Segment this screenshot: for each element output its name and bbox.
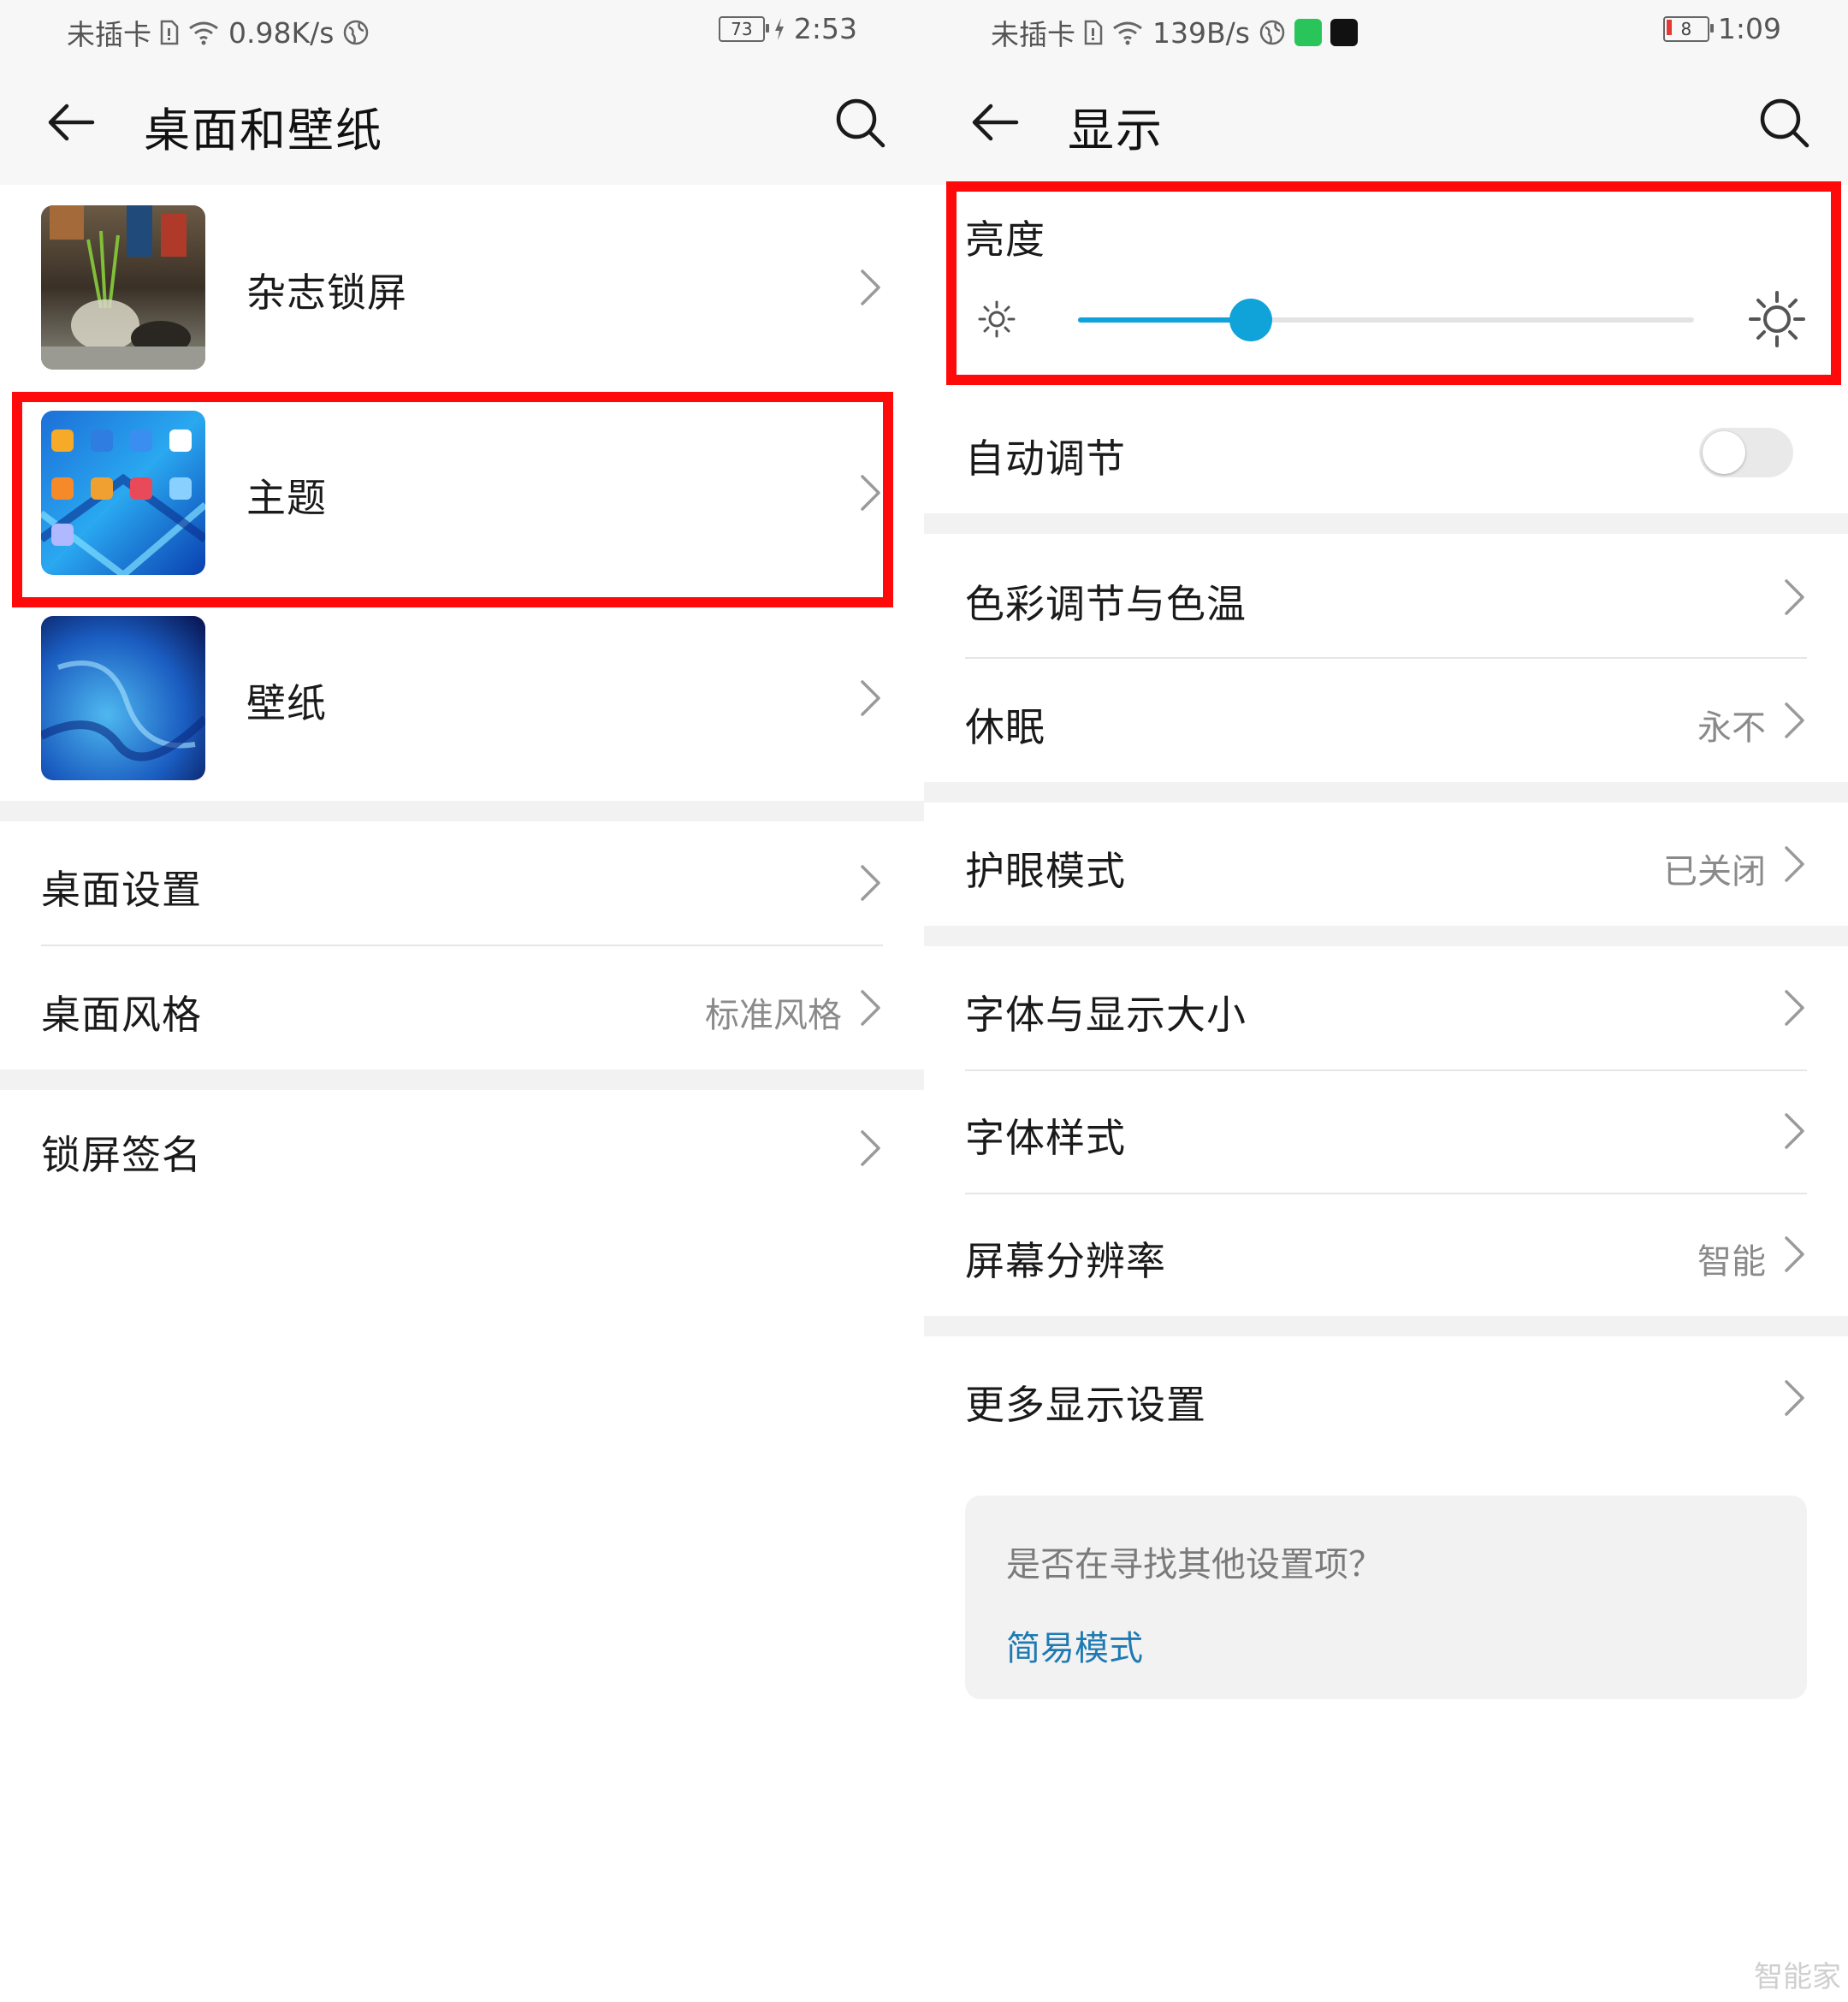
section-gap [0, 1069, 924, 1090]
font-size-item[interactable]: 字体与显示大小 [924, 946, 1848, 1069]
section-gap [924, 513, 1848, 534]
status-bar: 未插卡 0.98K/s 73 2:53 [0, 0, 924, 62]
toggle-knob [1703, 431, 1745, 474]
more-display-settings-item[interactable]: 更多显示设置 [924, 1336, 1848, 1460]
row-label: 字体样式 [965, 1115, 1126, 1161]
magazine-lockscreen-item[interactable]: 杂志锁屏 [0, 185, 924, 390]
wifi-icon [1111, 20, 1144, 45]
globe-icon [1259, 19, 1286, 46]
highlight-box [12, 392, 893, 607]
row-label: 色彩调节与色温 [965, 581, 1247, 627]
simple-mode-link[interactable]: 简易模式 [1006, 1620, 1143, 1670]
chevron-right-icon [1785, 1236, 1804, 1272]
section-gap [924, 1316, 1848, 1336]
right-screen: 未插卡 139B/s 8 1:09 显示 亮度 自动调节 色彩调节与色温 休眠 … [924, 0, 1848, 2002]
battery-level: 73 [731, 18, 753, 39]
chevron-right-icon [861, 990, 880, 1026]
status-bar: 未插卡 139B/s 8 1:09 [924, 0, 1848, 62]
auto-adjust-toggle[interactable] [1699, 428, 1793, 477]
desktop-settings-item[interactable]: 桌面设置 [0, 821, 924, 945]
chevron-right-icon [861, 865, 880, 901]
section-gap [0, 801, 924, 821]
battery-icon: 73 [718, 15, 769, 42]
screen-resolution-item[interactable]: 屏幕分辨率 智能 [924, 1194, 1848, 1316]
section-gap [924, 926, 1848, 946]
sim-icon [160, 20, 179, 45]
carrier-label: 未插卡 [67, 18, 151, 51]
search-icon[interactable] [832, 94, 888, 151]
chevron-right-icon [1785, 846, 1804, 882]
highlight-box [946, 181, 1841, 385]
row-value: 已关闭 [1663, 852, 1766, 891]
row-label: 护眼模式 [965, 848, 1126, 894]
row-label: 桌面设置 [41, 867, 202, 913]
chevron-right-icon [861, 270, 880, 305]
wifi-icon [187, 20, 220, 45]
lockscreen-signature-item[interactable]: 锁屏签名 [0, 1090, 924, 1213]
row-value: 标准风格 [705, 996, 842, 1035]
row-value: 智能 [1697, 1242, 1766, 1282]
magazine-lockscreen-thumbnail [41, 205, 205, 370]
clock: 1:09 [1717, 12, 1781, 45]
carrier-label: 未插卡 [991, 18, 1075, 51]
app-bar: 桌面和壁纸 [0, 62, 924, 185]
row-label: 屏幕分辨率 [965, 1238, 1166, 1284]
sleep-item[interactable]: 休眠 永不 [924, 659, 1848, 782]
color-temperature-item[interactable]: 色彩调节与色温 [924, 534, 1848, 657]
page-title: 桌面和壁纸 [144, 104, 383, 157]
desktop-style-item[interactable]: 桌面风格 标准风格 [0, 946, 924, 1069]
row-value: 永不 [1697, 708, 1766, 748]
row-label: 壁纸 [246, 680, 327, 726]
other-settings-question: 是否在寻找其他设置项？ [1006, 1545, 1383, 1584]
row-label: 杂志锁屏 [246, 270, 407, 316]
back-arrow-icon[interactable] [43, 94, 99, 151]
other-settings-card: 是否在寻找其他设置项？ 简易模式 [965, 1496, 1807, 1699]
font-style-item[interactable]: 字体样式 [924, 1071, 1848, 1193]
sim-icon [1084, 20, 1103, 45]
globe-icon [342, 19, 370, 46]
watermark: 智能家 [1754, 1960, 1841, 1994]
chevron-right-icon [1785, 990, 1804, 1026]
network-speed: 0.98K/s [228, 15, 335, 50]
back-arrow-icon[interactable] [967, 94, 1023, 151]
row-label: 锁屏签名 [41, 1132, 202, 1178]
chevron-right-icon [1785, 579, 1804, 615]
clock: 2:53 [793, 12, 857, 45]
wallpaper-item[interactable]: 壁纸 [0, 595, 924, 801]
auto-adjust-item: 自动调节 [924, 390, 1848, 513]
row-label: 字体与显示大小 [965, 992, 1247, 1038]
iqiyi-app-icon [1294, 19, 1322, 46]
page-title: 显示 [1068, 104, 1164, 157]
left-screen: 未插卡 0.98K/s 73 2:53 桌面和壁纸 杂志锁屏 主题 壁纸 桌面设… [0, 0, 924, 2002]
tiktok-app-icon [1330, 19, 1358, 46]
battery-icon: 8 [1662, 15, 1714, 42]
battery-level: 8 [1680, 18, 1692, 39]
row-label: 自动调节 [965, 435, 1126, 482]
section-gap [924, 782, 1848, 803]
chevron-right-icon [1785, 702, 1804, 738]
chevron-right-icon [861, 1130, 880, 1166]
eye-comfort-item[interactable]: 护眼模式 已关闭 [924, 803, 1848, 926]
charging-icon [773, 17, 785, 41]
chevron-right-icon [861, 680, 880, 716]
wallpaper-thumbnail [41, 616, 205, 780]
search-icon[interactable] [1756, 94, 1812, 151]
chevron-right-icon [1785, 1380, 1804, 1416]
chevron-right-icon [1785, 1113, 1804, 1149]
row-label: 桌面风格 [41, 992, 202, 1038]
network-speed: 139B/s [1152, 15, 1250, 50]
row-label: 更多显示设置 [965, 1382, 1206, 1428]
row-label: 休眠 [965, 704, 1045, 750]
app-bar: 显示 [924, 62, 1848, 185]
